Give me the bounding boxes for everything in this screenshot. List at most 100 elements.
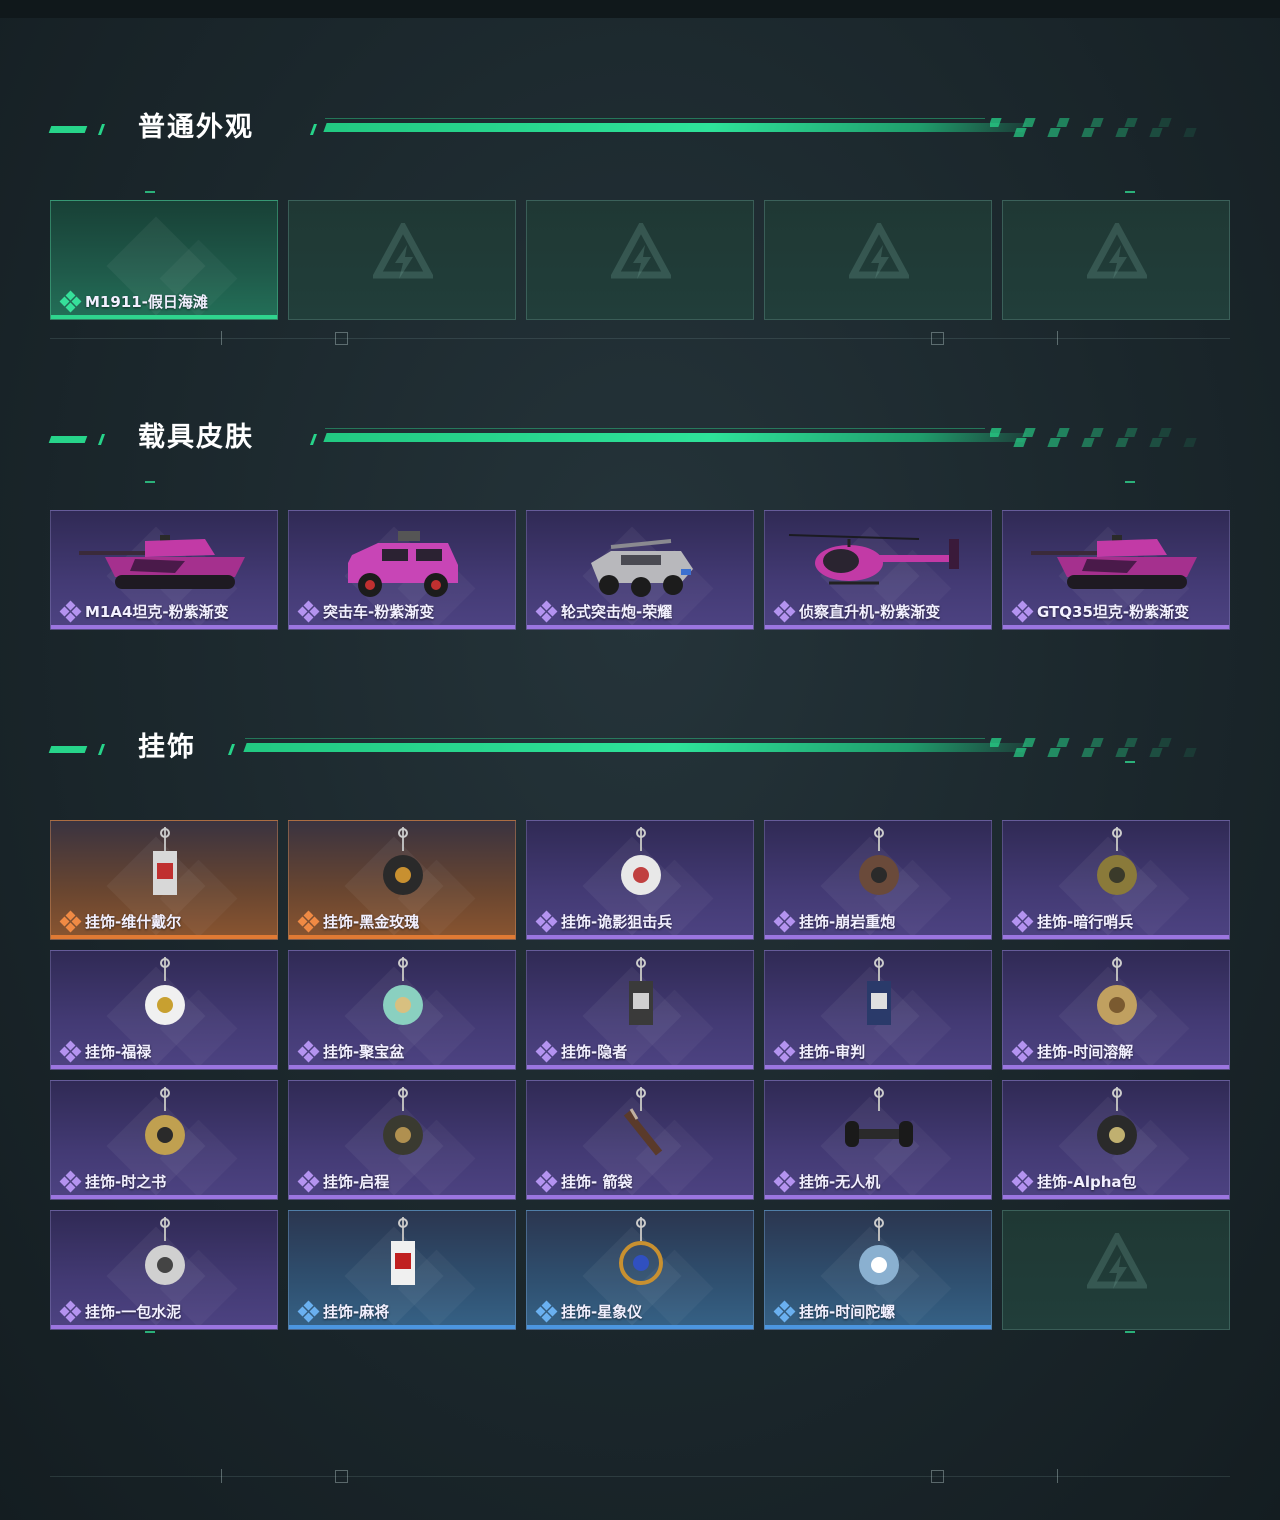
- item-card[interactable]: 挂饰-黑金玫瑰: [288, 820, 516, 940]
- item-card[interactable]: 挂饰-隐者: [526, 950, 754, 1070]
- section-title: 载具皮肤: [138, 422, 254, 453]
- item-card[interactable]: M1A4坦克-粉紫渐变: [50, 510, 278, 630]
- rarity-diamond-icon: [297, 1040, 320, 1062]
- rarity-diamond-icon: [59, 290, 82, 312]
- item-name: 挂饰-星象仪: [561, 1303, 643, 1321]
- item-card[interactable]: 侦察直升机-粉紫渐变: [764, 510, 992, 630]
- helicopter-icon: [779, 525, 979, 599]
- checker-square: [1124, 118, 1138, 127]
- item-label: 侦察直升机-粉紫渐变: [773, 600, 940, 622]
- checker-square: [1149, 438, 1163, 447]
- checker-square: [1158, 118, 1172, 127]
- item-card[interactable]: 挂饰-崩岩重炮: [764, 820, 992, 940]
- rarity-diamond-icon: [59, 1040, 82, 1062]
- rarity-diamond-icon: [1011, 910, 1034, 932]
- accent-dash: [1125, 1331, 1135, 1333]
- placeholder-logo-icon: [847, 219, 911, 293]
- rarity-diamond-icon: [1011, 1170, 1034, 1192]
- checker-square: [1115, 748, 1129, 757]
- rarity-bar: [1003, 1065, 1229, 1069]
- charm-icon: [839, 1215, 919, 1299]
- item-card[interactable]: 挂饰-福禄: [50, 950, 278, 1070]
- item-label: 挂饰-审判: [773, 1040, 865, 1062]
- rarity-bar: [289, 1065, 515, 1069]
- normal-skin-grid: M1911-假日海滩: [50, 200, 1230, 320]
- rarity-diamond-icon: [59, 1170, 82, 1192]
- rarity-diamond-icon: [773, 1170, 796, 1192]
- checker-square: [1056, 428, 1070, 437]
- item-name: M1911-假日海滩: [85, 293, 208, 311]
- charm-icon: [839, 955, 919, 1039]
- item-label: 挂饰-暗行哨兵: [1011, 910, 1134, 932]
- divider-tick: [1057, 1469, 1058, 1483]
- charm-icon: [839, 825, 919, 909]
- item-name: 挂饰-暗行哨兵: [1037, 913, 1134, 931]
- item-card[interactable]: 挂饰-一包水泥: [50, 1210, 278, 1330]
- item-card[interactable]: 挂饰-麻将: [288, 1210, 516, 1330]
- rarity-bar: [51, 625, 277, 629]
- checker-square: [1149, 128, 1163, 137]
- rarity-bar: [527, 1325, 753, 1329]
- item-card[interactable]: 轮式突击炮-荣耀: [526, 510, 754, 630]
- item-label: 挂饰-黑金玫瑰: [297, 910, 419, 932]
- header-slash: [97, 124, 106, 135]
- item-card[interactable]: GTQ35坦克-粉紫渐变: [1002, 510, 1230, 630]
- empty-slot[interactable]: [1002, 200, 1230, 320]
- item-name: 挂饰-麻将: [323, 1303, 390, 1321]
- item-card[interactable]: 挂饰-星象仪: [526, 1210, 754, 1330]
- item-name: GTQ35坦克-粉紫渐变: [1037, 603, 1190, 621]
- header-accent: [48, 436, 88, 443]
- wheeled-gun-icon: [581, 525, 701, 609]
- item-card[interactable]: 挂饰-Alpha包: [1002, 1080, 1230, 1200]
- checker-square: [1056, 738, 1070, 747]
- rarity-diamond-icon: [535, 1170, 558, 1192]
- item-card[interactable]: 挂饰-审判: [764, 950, 992, 1070]
- charm-icon: [363, 825, 443, 909]
- checker-square: [1115, 438, 1129, 447]
- item-name: 挂饰-一包水泥: [85, 1303, 182, 1321]
- item-label: 挂饰-时间陀螺: [773, 1300, 895, 1322]
- charm-icon: [839, 1085, 919, 1169]
- item-name: 轮式突击炮-荣耀: [561, 603, 673, 621]
- item-card[interactable]: M1911-假日海滩: [50, 200, 278, 320]
- item-card[interactable]: 挂饰-时之书: [50, 1080, 278, 1200]
- item-name: 挂饰-无人机: [799, 1173, 881, 1191]
- item-card[interactable]: 挂饰-暗行哨兵: [1002, 820, 1230, 940]
- divider-box: [335, 1470, 348, 1483]
- item-card[interactable]: 挂饰-时间陀螺: [764, 1210, 992, 1330]
- item-label: 挂饰-启程: [297, 1170, 389, 1192]
- item-card[interactable]: 挂饰-维什戴尔: [50, 820, 278, 940]
- section-title: 挂饰: [138, 732, 196, 763]
- item-name: M1A4坦克-粉紫渐变: [85, 603, 229, 621]
- charm-icon: [1077, 1085, 1157, 1169]
- rarity-bar: [51, 1325, 277, 1329]
- checker-square: [1183, 128, 1197, 137]
- item-card[interactable]: 突击车-粉紫渐变: [288, 510, 516, 630]
- empty-slot[interactable]: [764, 200, 992, 320]
- item-label: 突击车-粉紫渐变: [297, 600, 434, 622]
- item-card[interactable]: 挂饰-聚宝盆: [288, 950, 516, 1070]
- item-name: 挂饰-聚宝盆: [323, 1043, 405, 1061]
- checker-square: [1124, 738, 1138, 747]
- section-header-vehicle: 载具皮肤: [0, 420, 1280, 460]
- header-checker: [990, 118, 1200, 138]
- item-card[interactable]: 挂饰-诡影狙击兵: [526, 820, 754, 940]
- header-bar: [323, 433, 1027, 442]
- checker-square: [1081, 128, 1095, 137]
- item-card[interactable]: 挂饰- 箭袋: [526, 1080, 754, 1200]
- item-card[interactable]: 挂饰-启程: [288, 1080, 516, 1200]
- item-card[interactable]: 挂饰-无人机: [764, 1080, 992, 1200]
- rarity-bar: [765, 1195, 991, 1199]
- empty-slot[interactable]: [526, 200, 754, 320]
- empty-slot[interactable]: [1002, 1210, 1230, 1330]
- item-card[interactable]: 挂饰-时间溶解: [1002, 950, 1230, 1070]
- vehicle-skin-grid: M1A4坦克-粉紫渐变 突击车-粉紫渐变 轮式突击炮-荣耀 侦察直升机-粉紫渐变 GTQ…: [50, 510, 1230, 630]
- item-label: 轮式突击炮-荣耀: [535, 600, 673, 622]
- divider-tick: [221, 1469, 222, 1483]
- item-name: 挂饰-诡影狙击兵: [561, 913, 673, 931]
- divider-box: [931, 332, 944, 345]
- charm-icon: [1077, 825, 1157, 909]
- empty-slot[interactable]: [288, 200, 516, 320]
- rarity-diamond-icon: [773, 600, 796, 622]
- item-label: 挂饰-一包水泥: [59, 1300, 182, 1322]
